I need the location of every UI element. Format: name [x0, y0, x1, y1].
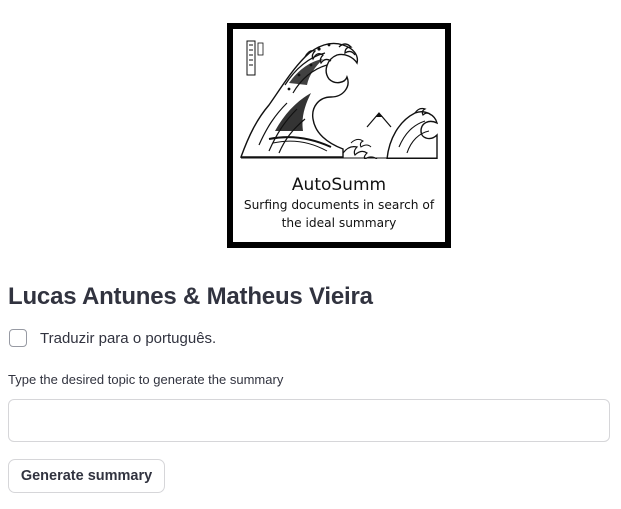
translate-checkbox-label[interactable]: Traduzir para o português. [40, 330, 216, 347]
generate-summary-button-label: Generate summary [20, 468, 153, 484]
translate-checkbox[interactable]: Traduzir para o português. [9, 329, 216, 347]
topic-input-label: Type the desired topic to generate the s… [8, 372, 284, 387]
page-title: Lucas Antunes & Matheus Vieira [8, 283, 373, 310]
logo-tagline-line2: the ideal summary [281, 216, 397, 230]
logo-title: AutoSumm [291, 175, 387, 195]
autosumm-logo: AutoSumm Surfing documents in search of … [227, 23, 451, 248]
logo-tagline-line1: Surfing documents in search of [243, 198, 435, 212]
app-page: AutoSumm Surfing documents in search of … [0, 0, 621, 509]
great-wave-icon [240, 40, 439, 159]
checkbox-square[interactable] [9, 329, 27, 347]
topic-input[interactable] [8, 399, 610, 442]
generate-summary-button[interactable]: Generate summary [8, 459, 165, 493]
